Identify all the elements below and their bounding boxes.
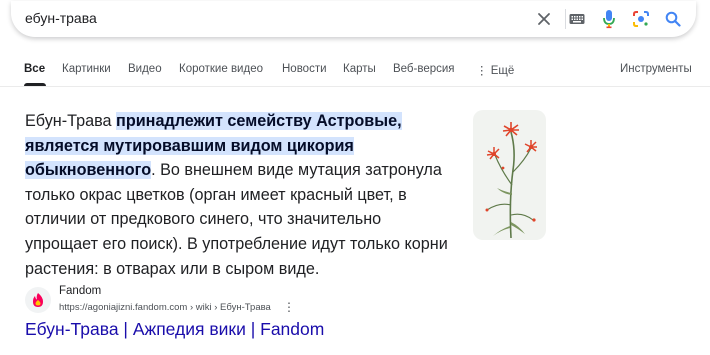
keyboard-icon[interactable]: [566, 8, 588, 30]
source-url: https://agoniajizni.fandom.com › wiki › …: [59, 302, 271, 313]
lens-icon[interactable]: [630, 8, 652, 30]
source-breadcrumb: › wiki › Ебун-Трава: [187, 302, 271, 313]
more-vert-icon: ⋮: [476, 65, 491, 77]
fandom-favicon: [25, 287, 51, 313]
source-name: Fandom: [59, 285, 102, 297]
search-icon[interactable]: [662, 8, 684, 30]
tab-images[interactable]: Картинки: [62, 63, 111, 75]
tab-all[interactable]: Все: [24, 63, 45, 75]
tools-button[interactable]: Инструменты: [620, 63, 692, 75]
snippet-part1: Ебун-Трава: [25, 112, 117, 130]
search-bar-icons: [533, 8, 684, 30]
search-tabs: Все Картинки Видео Короткие видео Новост…: [0, 56, 710, 86]
search-bar[interactable]: ебун-трава: [11, 1, 696, 37]
source-url-host: https://agoniajizni.fandom.com: [59, 302, 188, 313]
tab-maps[interactable]: Карты: [343, 63, 376, 75]
tab-more-label: Ещё: [490, 65, 515, 77]
tab-videos[interactable]: Видео: [128, 63, 162, 75]
mic-icon[interactable]: [598, 8, 620, 30]
tab-more[interactable]: ⋮ Ещё: [476, 63, 514, 77]
result-title-link[interactable]: Ебун-Трава | Ажпедия вики | Fandom: [25, 319, 324, 340]
search-input[interactable]: ебун-трава: [25, 10, 97, 26]
tab-short-videos[interactable]: Короткие видео: [179, 63, 263, 75]
close-icon[interactable]: [533, 8, 555, 30]
snippet-thumbnail[interactable]: [473, 110, 546, 240]
tab-web[interactable]: Веб-версия: [393, 63, 455, 75]
more-options-icon[interactable]: ⋮: [283, 300, 295, 314]
tabs-divider: [0, 86, 710, 87]
tab-news[interactable]: Новости: [282, 63, 327, 75]
flower-illustration: [485, 122, 537, 239]
featured-snippet-text: Ебун-Трава принадлежит семейству Астровы…: [25, 109, 455, 281]
